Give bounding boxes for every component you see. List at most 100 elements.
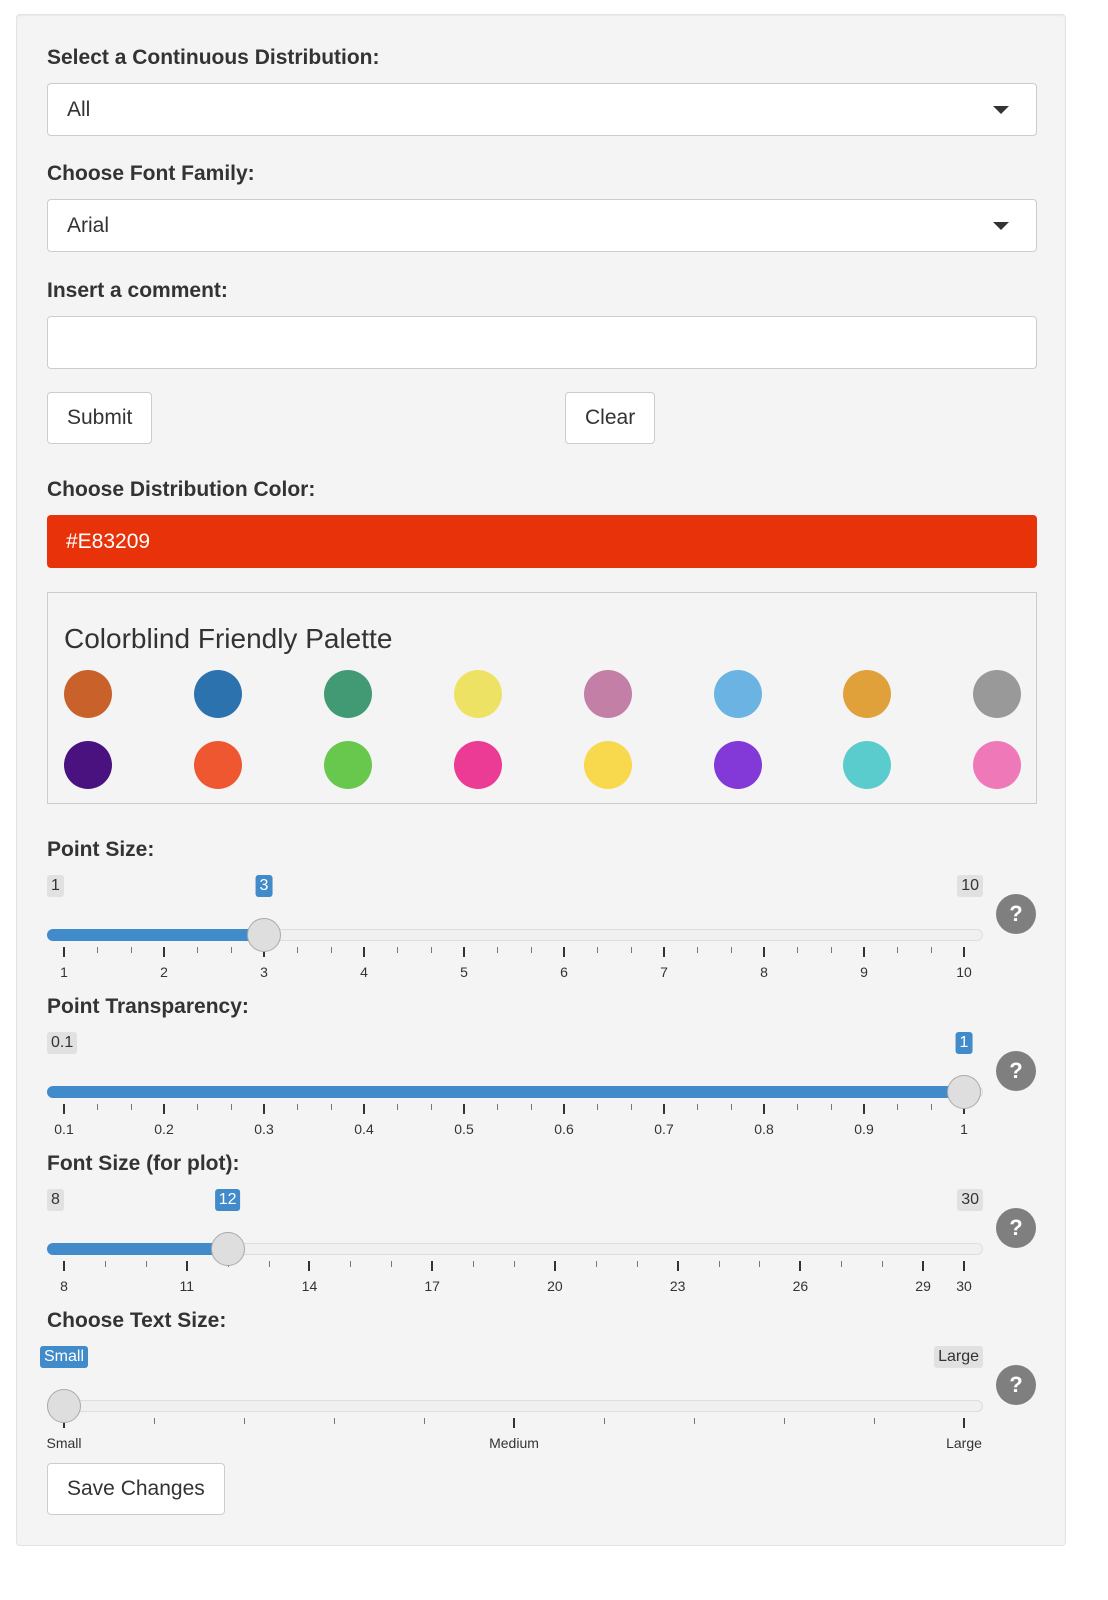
slider-tick-label: Large [946,1435,982,1451]
palette-swatch[interactable] [453,670,502,718]
slider-value-label: 12 [214,1189,241,1211]
slider-tick-label: 2 [160,964,168,980]
slider-minor-tick [230,947,232,953]
slider-tick-label: 26 [792,1278,809,1294]
slider-tick-label: 9 [860,964,868,980]
slider-tick-label: 3 [260,964,268,980]
slider-track[interactable] [47,1400,983,1412]
help-icon[interactable]: ? [996,894,1036,934]
slider-minor-tick [930,947,932,953]
slider-minor-tick [882,1261,884,1267]
comment-input[interactable] [47,316,1037,369]
slider-tick [563,947,565,957]
point-size-label: Point Size: [47,838,155,861]
slider-tick [363,947,365,957]
palette-swatch[interactable] [64,741,112,789]
slider-tick [463,947,465,957]
palette-swatch[interactable] [713,741,762,789]
slider-minor-tick [874,1418,875,1424]
slider-tick-label: 0.2 [154,1121,174,1137]
slider-minor-tick [473,1261,475,1267]
slider-tick [163,1104,165,1114]
slider-handle[interactable] [947,1075,981,1109]
text-size-slider[interactable]: Large Small Small Medium Large [39,1346,983,1466]
slider-handle[interactable] [210,1232,245,1266]
save-changes-button[interactable]: Save Changes [47,1463,225,1515]
slider-minor-tick [530,947,532,953]
slider-tick [963,1418,965,1428]
slider-minor-tick [497,947,499,953]
palette-swatch[interactable] [323,741,372,789]
text-size-label: Choose Text Size: [47,1309,227,1332]
slider-tick-label: Small [46,1435,82,1451]
slider-minor-tick [830,1104,832,1110]
palette-swatch[interactable] [973,741,1022,789]
slider-tick-label: 23 [669,1278,686,1294]
point-transparency-slider[interactable]: 0.1 1 0.1 0.2 0.3 0.4 0.5 0.6 0.7 0.8 0.9 1 [47,1032,983,1152]
slider-minor-tick [497,1104,499,1110]
help-icon[interactable]: ? [996,1208,1036,1248]
slider-tick [922,1261,925,1271]
chevron-down-icon [993,106,1009,114]
palette-swatch[interactable] [713,670,762,718]
slider-minor-tick [930,1104,932,1110]
slider-tick [763,1104,765,1114]
point-size-slider[interactable]: 1 10 3 1 2 3 4 5 6 7 8 9 10 [47,875,983,995]
clear-button[interactable]: Clear [565,392,656,444]
palette-swatch[interactable] [583,741,632,789]
slider-minor-tick [424,1418,425,1424]
slider-min-label: 8 [47,1189,64,1211]
distribution-label: Select a Continuous Distribution: [47,46,380,69]
slider-minor-tick [145,1261,147,1267]
slider-tick [363,1104,365,1114]
slider-minor-tick [694,1418,695,1424]
color-input[interactable]: #E83209 [47,515,1037,568]
palette-swatch[interactable] [453,741,502,789]
help-icon[interactable]: ? [996,1051,1036,1091]
palette-swatch[interactable] [583,670,632,718]
slider-min-label: 0.1 [47,1032,78,1054]
slider-tick-label: 20 [547,1278,563,1294]
slider-minor-tick [397,1104,399,1110]
palette-swatch[interactable] [193,670,242,718]
color-label: Choose Distribution Color: [47,478,316,501]
slider-value-label: 1 [955,1032,973,1054]
slider-tick-label: 0.6 [554,1121,574,1137]
slider-minor-tick [297,947,299,953]
distribution-select[interactable]: All [47,83,1037,136]
slider-tick [463,1104,465,1114]
slider-minor-tick [430,947,432,953]
slider-minor-tick [104,1261,106,1267]
slider-minor-tick [350,1261,352,1267]
palette-swatch[interactable] [843,670,892,718]
slider-handle[interactable] [47,1389,81,1423]
font-size-slider[interactable]: 8 30 12 8 11 14 17 20 23 26 29 30 [47,1189,983,1309]
slider-minor-tick [397,947,399,953]
slider-minor-tick [830,947,832,953]
slider-minor-tick [697,947,699,953]
slider-tick-label: 30 [956,1278,972,1294]
font-family-select[interactable]: Arial [47,199,1037,252]
palette-swatch[interactable] [973,670,1022,718]
submit-button[interactable]: Submit [47,392,153,444]
palette-swatch[interactable] [323,670,372,718]
slider-min-label: 1 [47,875,64,897]
slider-handle[interactable] [247,918,281,952]
palette-swatch[interactable] [843,741,892,789]
slider-tick-label: 8 [60,1278,68,1294]
slider-tick-label: 1 [960,1121,968,1137]
slider-minor-tick [597,1104,599,1110]
slider-minor-tick [297,1104,299,1110]
slider-tick-label: 6 [560,964,568,980]
palette-swatch[interactable] [193,741,242,789]
slider-tick [963,1261,965,1271]
slider-tick-label: 0.1 [54,1121,74,1137]
slider-tick [676,1261,679,1271]
slider-tick [263,1104,265,1114]
slider-tick-label: 4 [360,964,368,980]
slider-tick-label: 10 [956,964,972,980]
slider-tick [308,1261,311,1271]
palette-swatch[interactable] [64,670,112,718]
font-size-label: Font Size (for plot): [47,1152,240,1175]
help-icon[interactable]: ? [996,1365,1036,1405]
